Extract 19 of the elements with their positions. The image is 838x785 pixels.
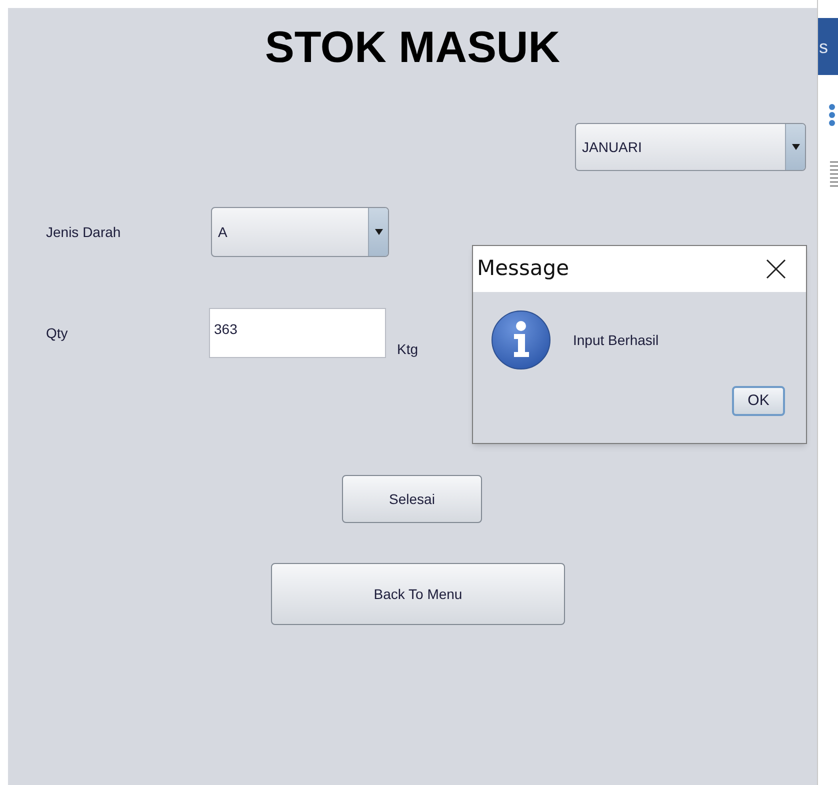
ok-button[interactable]: OK xyxy=(732,386,785,416)
action-button[interactable]: Back To Menu xyxy=(271,563,565,625)
dropdown[interactable]: JANUARI xyxy=(575,123,806,171)
list-icon[interactable] xyxy=(830,161,838,189)
dropdown-arrow-icon xyxy=(792,144,800,150)
field-label: Qty xyxy=(46,324,69,343)
info-icon xyxy=(491,310,551,370)
field-label: Jenis Darah xyxy=(46,222,122,242)
page-title: STOK MASUK xyxy=(265,26,560,70)
dialog-title: Message xyxy=(477,255,570,282)
input-field[interactable]: 363 xyxy=(209,308,386,358)
dialog-message: Input Berhasil xyxy=(573,330,659,350)
dropdown[interactable]: A xyxy=(211,207,389,257)
close-icon[interactable] xyxy=(766,259,786,279)
unit-label: Ktg xyxy=(397,340,418,359)
more-options-icon[interactable] xyxy=(828,103,836,127)
header-text: s xyxy=(819,38,828,56)
action-button[interactable]: Selesai xyxy=(342,475,482,523)
dropdown-arrow-icon xyxy=(374,229,382,235)
